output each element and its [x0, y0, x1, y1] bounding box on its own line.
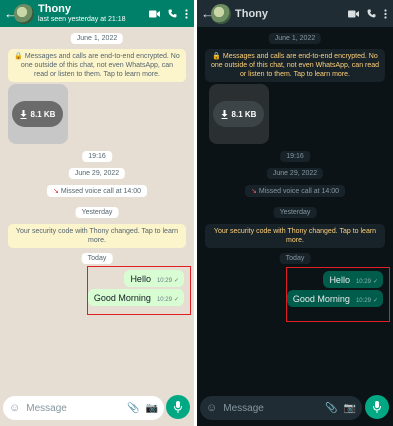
missed-call-notice[interactable]: ↘ Missed voice call at 14:00 — [47, 185, 147, 197]
comparison-screenshot: ← Thony last seen yesterday at 21:18 Jun… — [0, 0, 393, 426]
mic-icon — [373, 401, 381, 413]
last-seen-status: last seen yesterday at 21:18 — [38, 16, 126, 23]
missed-call-notice[interactable]: ↘ Missed voice call at 14:00 — [245, 185, 345, 197]
lock-icon: 🔒 — [212, 53, 221, 60]
date-chip: Yesterday — [75, 207, 119, 218]
back-arrow-icon[interactable]: ← — [201, 6, 214, 21]
chat-header: ← Thony last seen yesterday at 21:18 — [0, 0, 194, 27]
encryption-notice-text: Messages and calls are end-to-end encryp… — [210, 53, 380, 78]
missed-call-text: Missed voice call at 14:00 — [258, 188, 339, 195]
video-call-icon[interactable] — [149, 10, 160, 18]
message-composer: ☺ Message 📎 📷 — [0, 393, 194, 423]
contact-info[interactable]: Thony — [235, 8, 348, 20]
contact-name: Thony — [38, 3, 71, 15]
contact-name: Thony — [235, 7, 268, 20]
attach-icon[interactable]: 📎 — [325, 403, 337, 414]
message-placeholder: Message — [26, 402, 67, 414]
highlight-box — [87, 266, 191, 315]
back-arrow-icon[interactable]: ← — [4, 6, 17, 21]
avatar[interactable] — [14, 3, 34, 24]
file-size: 8.1 KB — [30, 109, 56, 119]
voice-call-icon[interactable] — [367, 9, 376, 18]
time-chip: 19:16 — [82, 151, 112, 162]
emoji-icon[interactable]: ☺ — [206, 402, 217, 414]
media-message[interactable]: 8.1 KB — [209, 84, 269, 144]
camera-icon[interactable]: 📷 — [146, 403, 158, 414]
date-chip: Yesterday — [273, 207, 317, 218]
date-chip: Today — [81, 253, 113, 264]
chat-header: ← Thony — [197, 0, 393, 27]
time-chip: 19:16 — [280, 151, 310, 162]
menu-icon[interactable] — [384, 8, 387, 19]
download-icon — [20, 109, 27, 119]
date-chip: Today — [279, 253, 311, 264]
menu-icon[interactable] — [185, 8, 188, 19]
chat-light-theme: ← Thony last seen yesterday at 21:18 Jun… — [0, 0, 194, 426]
encryption-notice[interactable]: 🔒 Messages and calls are end-to-end encr… — [205, 49, 385, 82]
camera-icon[interactable]: 📷 — [344, 403, 356, 414]
message-composer: ☺ Message 📎 📷 — [197, 393, 393, 423]
download-button[interactable]: 8.1 KB — [12, 101, 63, 127]
download-button[interactable]: 8.1 KB — [213, 101, 264, 127]
mic-button[interactable] — [166, 395, 190, 419]
contact-info[interactable]: Thony last seen yesterday at 21:18 — [38, 3, 149, 24]
message-placeholder: Message — [223, 402, 264, 414]
encryption-notice-text: Messages and calls are end-to-end encryp… — [20, 53, 180, 78]
attach-icon[interactable]: 📎 — [127, 403, 139, 414]
message-input[interactable]: ☺ Message 📎 📷 — [200, 396, 362, 420]
missed-call-text: Missed voice call at 14:00 — [60, 188, 141, 195]
media-message[interactable]: 8.1 KB — [8, 84, 68, 144]
lock-icon: 🔒 — [14, 53, 23, 60]
voice-call-icon[interactable] — [168, 9, 177, 18]
avatar[interactable] — [211, 3, 231, 24]
date-chip: June 29, 2022 — [266, 168, 324, 179]
missed-call-icon: ↘ — [53, 188, 59, 195]
security-notice[interactable]: Your security code with Thony changed. T… — [8, 224, 186, 248]
download-icon — [221, 109, 228, 119]
mic-button[interactable] — [365, 395, 389, 419]
security-notice[interactable]: Your security code with Thony changed. T… — [205, 224, 385, 248]
encryption-notice[interactable]: 🔒 Messages and calls are end-to-end encr… — [8, 49, 186, 82]
emoji-icon[interactable]: ☺ — [9, 402, 20, 414]
file-size: 8.1 KB — [231, 109, 257, 119]
highlight-box — [286, 267, 390, 322]
date-chip: June 1, 2022 — [70, 33, 124, 44]
date-chip: June 29, 2022 — [68, 168, 126, 179]
date-chip: June 1, 2022 — [268, 33, 322, 44]
missed-call-icon: ↘ — [251, 188, 257, 195]
message-input[interactable]: ☺ Message 📎 📷 — [3, 396, 164, 420]
video-call-icon[interactable] — [348, 10, 359, 18]
mic-icon — [174, 401, 182, 413]
chat-dark-theme: ← Thony June 1, 2022 🔒 Messages and call… — [197, 0, 393, 426]
